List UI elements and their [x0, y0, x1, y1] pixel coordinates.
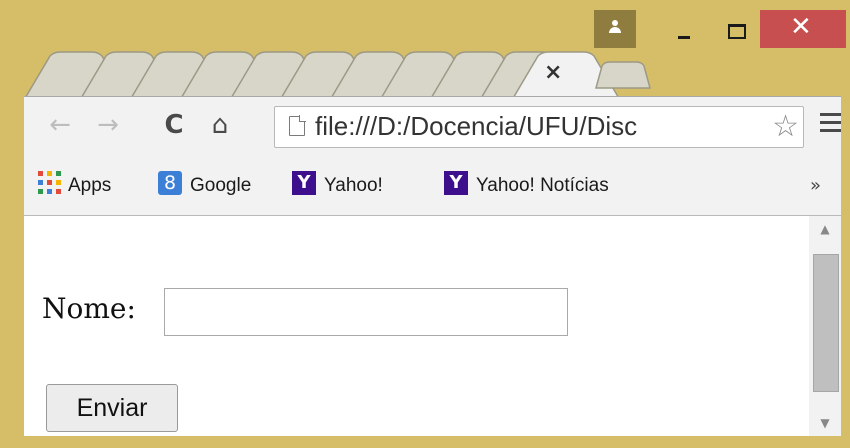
bookmarks-bar: Apps 8 Google Y Yahoo! Y Yahoo! Notícias…: [24, 157, 850, 216]
tab-strip: [24, 48, 664, 100]
reload-button[interactable]: C: [158, 107, 190, 143]
user-profile-button[interactable]: [594, 10, 636, 48]
menu-bar-2: [820, 121, 842, 124]
minimize-button[interactable]: [662, 10, 702, 48]
address-bar[interactable]: file:///D:/Docencia/UFU/Disc ☆: [274, 106, 804, 148]
bookmark-yahoo-noticias[interactable]: Yahoo! Notícias: [476, 175, 609, 197]
url-text[interactable]: file:///D:/Docencia/UFU/Disc: [315, 111, 637, 142]
close-icon: ✕: [790, 12, 812, 42]
bookmark-google[interactable]: Google: [190, 175, 251, 197]
page-icon: [289, 115, 306, 136]
reload-icon: C: [164, 110, 184, 140]
home-icon: ⌂: [211, 110, 229, 140]
scroll-down-icon[interactable]: ▼: [809, 412, 841, 434]
bookmark-star-icon[interactable]: ☆: [772, 107, 799, 147]
window-frame-right: [841, 96, 850, 448]
yahoo-news-icon: Y: [444, 171, 468, 195]
yahoo-icon: Y: [292, 171, 316, 195]
menu-bar-1: [820, 113, 842, 116]
back-button[interactable]: ←: [44, 107, 76, 143]
arrow-right-icon: →: [97, 110, 119, 140]
bookmark-apps[interactable]: Apps: [68, 175, 111, 197]
maximize-button[interactable]: [712, 10, 756, 48]
nome-input[interactable]: [164, 288, 568, 336]
google-icon: 8: [158, 171, 182, 195]
apps-grid-icon[interactable]: [38, 171, 62, 195]
user-icon: [609, 20, 621, 34]
new-tab-button[interactable]: [595, 61, 651, 89]
bookmarks-more-icon[interactable]: »: [810, 175, 821, 196]
scroll-up-icon[interactable]: ▲: [809, 218, 841, 240]
enviar-button[interactable]: Enviar: [46, 384, 178, 432]
close-window-button[interactable]: ✕: [760, 10, 846, 48]
vertical-scrollbar[interactable]: ▲ ▼: [809, 216, 841, 436]
arrow-left-icon: ←: [49, 110, 71, 140]
bookmark-yahoo[interactable]: Yahoo!: [324, 175, 383, 197]
scrollbar-thumb[interactable]: [813, 254, 839, 392]
page-content: Nome: Enviar: [24, 216, 809, 436]
nome-label: Nome:: [42, 292, 136, 325]
tab-close-icon[interactable]: ×: [544, 60, 562, 85]
home-button[interactable]: ⌂: [204, 107, 236, 143]
window-frame-bottom: [0, 436, 850, 448]
menu-bar-3: [820, 129, 842, 132]
menu-button[interactable]: [820, 113, 842, 133]
toolbar: ← → C ⌂ file:///D:/Docencia/UFU/Disc ☆: [24, 96, 850, 157]
forward-button[interactable]: →: [92, 107, 124, 143]
